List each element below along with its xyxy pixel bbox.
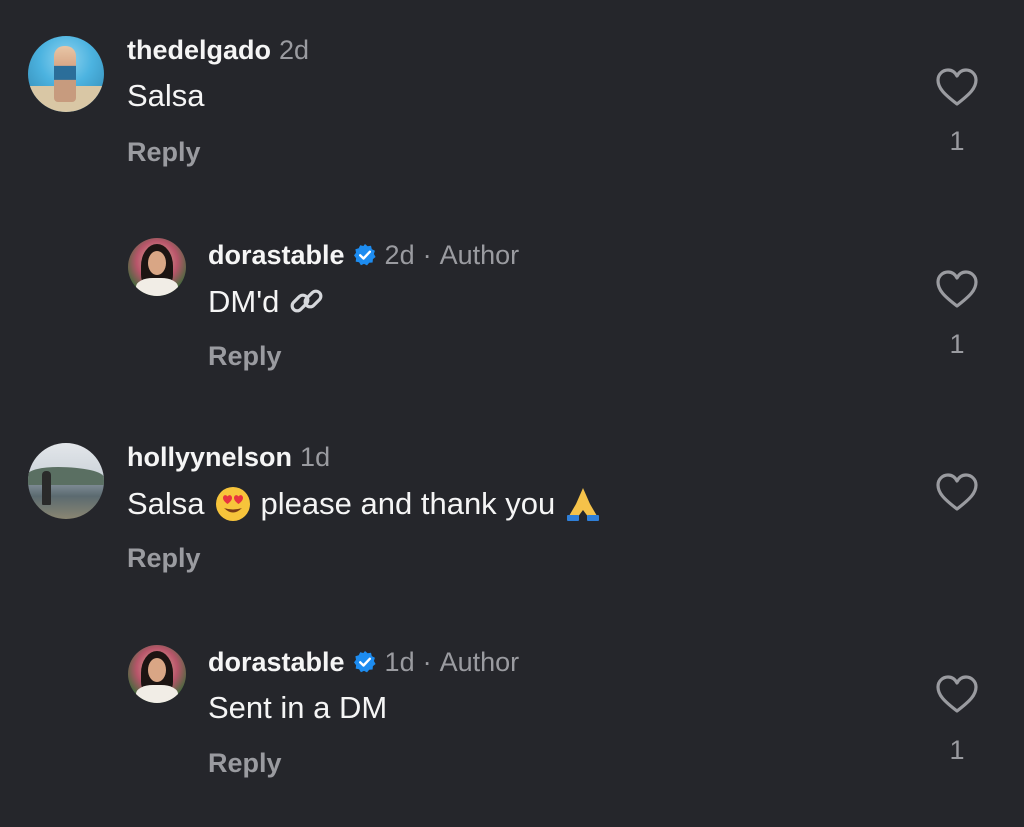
reply-button[interactable]: Reply: [127, 543, 201, 574]
comment-text: Sent in a DM: [208, 689, 387, 727]
heart-eyes-emoji-icon: [213, 484, 253, 524]
like-count: 1: [949, 126, 965, 156]
comment-text-part-2: please and thank you: [260, 486, 556, 521]
like-heart-icon[interactable]: [934, 673, 980, 717]
like-count: 1: [949, 735, 965, 765]
comment-text-content: Sent in a DM: [208, 690, 388, 725]
comment-text: DM'd: [208, 282, 335, 322]
verified-badge-icon: [353, 650, 377, 674]
author-label: Author: [439, 240, 520, 270]
avatar-dorastable[interactable]: [128, 238, 186, 296]
comment-header: dorastable 1d · Author: [208, 646, 519, 678]
username[interactable]: hollyynelson: [127, 441, 292, 473]
comment-header: hollyynelson 1d: [127, 441, 330, 473]
comment-header: dorastable 2d · Author: [208, 239, 519, 271]
avatar-dorastable[interactable]: [128, 645, 186, 703]
folded-hands-emoji-icon: [563, 484, 603, 524]
comment-text-content: Salsa: [127, 78, 205, 113]
username[interactable]: thedelgado: [127, 34, 271, 66]
like-heart-icon[interactable]: [934, 66, 980, 110]
comment-text-content: DM'd: [208, 284, 280, 319]
username[interactable]: dorastable: [208, 239, 345, 271]
timestamp: 2d: [384, 240, 415, 270]
timestamp: 1d: [300, 442, 331, 472]
timestamp: 2d: [279, 35, 310, 65]
comment-text-part-1: Salsa: [127, 486, 205, 521]
like-heart-icon[interactable]: [934, 268, 980, 312]
reply-button[interactable]: Reply: [127, 137, 201, 168]
separator-dot: ·: [422, 240, 432, 270]
verified-badge-icon: [353, 243, 377, 267]
comment-header: thedelgado 2d: [127, 34, 309, 66]
reply-button[interactable]: Reply: [208, 341, 282, 372]
like-count: 1: [949, 329, 965, 359]
link-emoji-icon: [287, 282, 327, 322]
timestamp: 1d: [384, 647, 415, 677]
separator-dot: ·: [422, 647, 432, 677]
avatar-hollyynelson[interactable]: [28, 443, 104, 519]
author-label: Author: [439, 647, 520, 677]
avatar-thedelgado[interactable]: [28, 36, 104, 112]
like-heart-icon[interactable]: [934, 471, 980, 515]
username[interactable]: dorastable: [208, 646, 345, 678]
comment-text: Salsa: [127, 77, 205, 115]
comment-text: Salsa please and thank you: [127, 484, 611, 524]
reply-button[interactable]: Reply: [208, 748, 282, 779]
